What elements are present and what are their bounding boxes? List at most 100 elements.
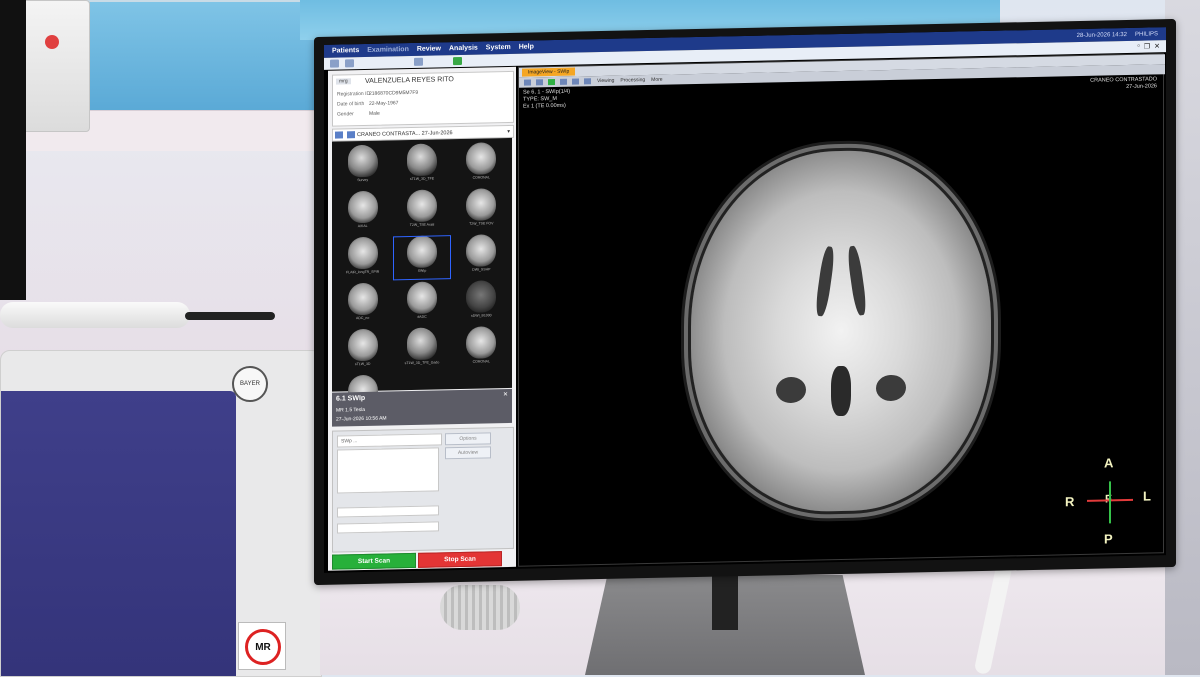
options-dropdown[interactable]: Options (445, 432, 491, 446)
thumbnail-label: CORONAL (472, 175, 490, 180)
thumbnail-image (466, 280, 497, 313)
thumbnail-label: Survey (357, 177, 369, 183)
injector-head (0, 302, 190, 328)
pan-icon[interactable] (536, 79, 543, 86)
patient-info: mrg VALENZUELA REYES RITO Registration I… (332, 70, 514, 127)
play-icon[interactable] (560, 78, 567, 85)
close-icon[interactable]: ✕ (503, 391, 508, 398)
series-thumbnail[interactable]: sT1W_3D_TFE (393, 143, 450, 188)
toolbar-chart-icon[interactable] (453, 56, 462, 66)
layout-icon[interactable] (524, 79, 531, 86)
thumbnail-label: dADC (417, 314, 427, 319)
thumbnail-label: T2W_TSE Axial (409, 222, 435, 228)
menu-right: 28-Jun-2026 14:32 PHILIPS (1077, 31, 1158, 39)
gender-value: Male (369, 110, 380, 117)
exam-list-icon[interactable] (335, 131, 343, 139)
protocol-field[interactable]: SWp ... (337, 433, 442, 448)
series-thumbnail[interactable]: ADC_no (334, 282, 391, 327)
thumbnail-label: sT1W_3D (354, 361, 371, 367)
exam-view-icon[interactable] (347, 131, 355, 139)
stop-scan-button[interactable]: Stop Scan (418, 551, 502, 568)
thumbnail-image (347, 144, 378, 178)
series-thumbnail[interactable]: FLAIR_longTR_SPIR (334, 236, 391, 281)
series-thumbnail[interactable]: sDWI_B1000 (453, 280, 510, 325)
menu-examination[interactable]: Examination (367, 46, 409, 54)
toolbar-grid-icon[interactable] (330, 59, 339, 68)
menu-analysis[interactable]: Analysis (449, 45, 478, 53)
series-thumbnail[interactable]: SWIp (393, 235, 451, 281)
wall-device (18, 0, 90, 132)
system-datetime: 28-Jun-2026 14:32 (1076, 31, 1127, 39)
thumbnail-image (466, 234, 497, 267)
autoview-button[interactable]: Autoview (445, 446, 491, 460)
thumbnail-label: CORONAL (472, 359, 490, 364)
left-panel: mrg VALENZUELA REYES RITO Registration I… (328, 66, 516, 571)
minimize-icon[interactable]: ▫ (1137, 43, 1139, 51)
overlay-date: 27-Jun-2026 (1126, 83, 1157, 91)
thumbnail-label: FLAIR_longTR_SPIR (346, 269, 380, 275)
notes-area[interactable] (337, 447, 439, 494)
series-thumbnail[interactable]: AXIAL (334, 190, 391, 235)
left-edge-screen (0, 0, 26, 300)
chevron-down-icon[interactable]: ▾ (507, 128, 510, 134)
scan-panel: SWp ... Options Autoview (332, 426, 514, 553)
thumbnail-image (347, 328, 378, 362)
series-thumbnail[interactable]: CORONAL (453, 142, 510, 187)
ventricle (876, 374, 906, 402)
midline-structure (831, 365, 851, 417)
series-title: 6.1 SWIp (336, 394, 366, 403)
window-controls: ▫ ❐ ✕ (1137, 42, 1160, 51)
menu-system[interactable]: System (486, 44, 511, 52)
brand-label: PHILIPS (1134, 30, 1158, 38)
gender-label: Gender (337, 111, 354, 118)
coiled-cable (440, 585, 520, 630)
measure-icon[interactable] (584, 78, 591, 85)
thumbnail-label: T2W_TSE FOV (469, 221, 494, 226)
red-button-icon (45, 35, 59, 49)
thumbnail-image (406, 143, 437, 177)
series-thumbnail[interactable]: dADC (393, 281, 450, 326)
orientation-axis-ap (1109, 481, 1111, 524)
thumbnail-label: sDWI_B1000 (471, 313, 492, 318)
series-thumbnail[interactable]: sT1W_3D_TFE_Gado (393, 327, 450, 372)
thumbnail-label: DWI_SSHP (472, 267, 491, 272)
series-thumbnail[interactable]: T2W_TSE FOV (453, 188, 510, 233)
series-thumbnail[interactable]: CORONAL (453, 326, 510, 371)
series-thumbnail[interactable]: T2W_TSE Axial (393, 189, 450, 234)
close-icon[interactable]: ✕ (1154, 42, 1160, 50)
tab-imageview[interactable]: ImageView - SWIp (522, 67, 576, 77)
brain-mri-axial-image[interactable] (691, 147, 991, 515)
series-thumbnails: Survey sT1W_3D_TFE CORONAL AXIAL T2W_TSE Axi… (332, 137, 512, 412)
patient-id-tag[interactable]: mrg (336, 78, 351, 85)
image-overlay-top-left: Se 6, 1 - SWIp(1/4) TYPE: SW_M Ex 1 (TE … (523, 89, 570, 111)
series-info: 6.1 SWIp MR 1.5 Tesla 27-Jun-2026 10:56 … (332, 388, 512, 427)
image-viewer[interactable]: ImageView - SWIp Viewing Processing More… (518, 53, 1165, 567)
toolbar-network-icon[interactable] (414, 57, 423, 66)
thumbnail-image (347, 282, 378, 316)
restore-icon[interactable]: ❐ (1144, 43, 1150, 51)
tool-more[interactable]: More (651, 77, 662, 83)
dob-value: 22-May-1967 (369, 100, 399, 107)
ventricle (846, 245, 868, 317)
menu-patients[interactable]: Patients (332, 47, 359, 55)
series-thumbnail[interactable]: Survey (334, 144, 391, 189)
orientation-posterior: P (1104, 531, 1113, 547)
menu-help[interactable]: Help (519, 43, 534, 50)
main-monitor: Patients Examination Review Analysis Sys… (314, 18, 1176, 586)
exam-title: CRANEO CONTRASTA... 27-Jun-2026 (357, 129, 453, 138)
series-thumbnail[interactable]: DWI_SSHP (453, 234, 510, 279)
thumbnail-label: ADC_no (356, 315, 370, 321)
start-scan-button[interactable]: Start Scan (332, 552, 416, 570)
menu-review[interactable]: Review (417, 45, 441, 53)
registration-value: 2186870CD9M5M7F9 (369, 89, 419, 97)
window-level-icon[interactable] (548, 78, 555, 86)
thumbnail-image (347, 190, 378, 224)
tool-viewing[interactable]: Viewing (597, 78, 614, 84)
toolbar-image-icon[interactable] (345, 59, 354, 68)
thumbnail-image (466, 326, 497, 359)
series-thumbnail[interactable]: sT1W_3D (334, 328, 391, 373)
zoom-icon[interactable] (572, 78, 579, 85)
ventricle (776, 376, 806, 404)
mr-unsafe-icon: MR (245, 629, 281, 665)
tool-processing[interactable]: Processing (620, 77, 645, 84)
